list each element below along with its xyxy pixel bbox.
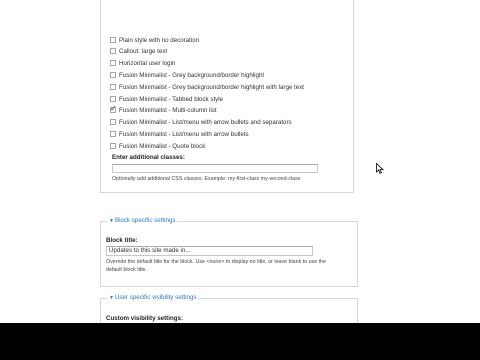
block-title-input[interactable]: Updates to this site made in... (106, 246, 313, 256)
checkbox[interactable] (110, 119, 116, 125)
style-option-multi-column[interactable]: Fusion Minimalist - Multi-column list (110, 104, 217, 115)
option-label: Plain style with no decoration (119, 36, 200, 44)
option-label: Fusion Minimalist - Quote block (119, 142, 206, 150)
checkbox[interactable] (110, 37, 116, 43)
checkbox[interactable] (110, 96, 116, 102)
option-label: Fusion Minimalist - List/menu with arrow… (119, 118, 292, 126)
option-label: Fusion Minimalist - Grey background/bord… (119, 83, 305, 91)
checkbox[interactable] (110, 60, 116, 66)
block-title-label: Block title: (106, 237, 138, 244)
additional-classes-label: Enter additional classes: (112, 154, 185, 161)
custom-visibility-label: Custom visibility settings: (106, 315, 184, 322)
checkbox[interactable] (110, 84, 116, 90)
checkbox[interactable] (110, 48, 116, 54)
additional-classes-input[interactable] (112, 164, 318, 173)
option-label: Fusion Minimalist - Grey background/bord… (119, 71, 265, 79)
checkbox-checked[interactable] (110, 104, 117, 113)
style-option-grey-highlight[interactable]: Fusion Minimalist - Grey background/bord… (110, 70, 264, 80)
option-label: Fusion Minimalist - Multi-column list (119, 106, 217, 114)
style-option-arrow-separators[interactable]: Fusion Minimalist - List/menu with arrow… (110, 117, 292, 127)
collapse-arrow-icon: ▼ (109, 295, 114, 301)
block-title-help-continued: default block title. (106, 267, 147, 273)
block-title-help: Override the default title for the block… (106, 259, 326, 265)
style-option-quote[interactable]: Fusion Minimalist - Quote block (110, 141, 205, 151)
legend-text: Block specific settings (114, 217, 176, 224)
checkbox[interactable] (110, 72, 116, 78)
additional-classes-help: Optionally add additional CSS classes. E… (112, 176, 301, 182)
option-label: Horizontal user login (119, 59, 176, 67)
style-option-tabbed[interactable]: Fusion Minimalist - Tabbed block style (110, 94, 223, 104)
mouse-cursor-icon (376, 163, 384, 174)
option-label: Callout: large text (119, 47, 168, 55)
checkbox[interactable] (110, 143, 116, 149)
checkbox[interactable] (110, 131, 116, 137)
legend-text: User specific visibility settings (114, 294, 197, 301)
block-settings-legend[interactable]: ▼Block specific settings (107, 217, 178, 224)
collapse-arrow-icon: ▼ (109, 218, 114, 224)
option-label: Fusion Minimalist - List/menu with arrow… (119, 130, 249, 138)
page-content: Plain style with no decoration Callout: … (0, 0, 480, 323)
style-option-grey-highlight-large[interactable]: Fusion Minimalist - Grey background/bord… (110, 82, 304, 92)
style-option-arrow-bullets[interactable]: Fusion Minimalist - List/menu with arrow… (110, 129, 249, 139)
style-option-plain[interactable]: Plain style with no decoration (110, 35, 199, 45)
style-option-horizontal-login[interactable]: Horizontal user login (110, 58, 175, 68)
option-label: Fusion Minimalist - Tabbed block style (119, 95, 224, 103)
style-option-callout[interactable]: Callout: large text (110, 46, 167, 56)
visibility-legend[interactable]: ▼User specific visibility settings (107, 294, 199, 301)
